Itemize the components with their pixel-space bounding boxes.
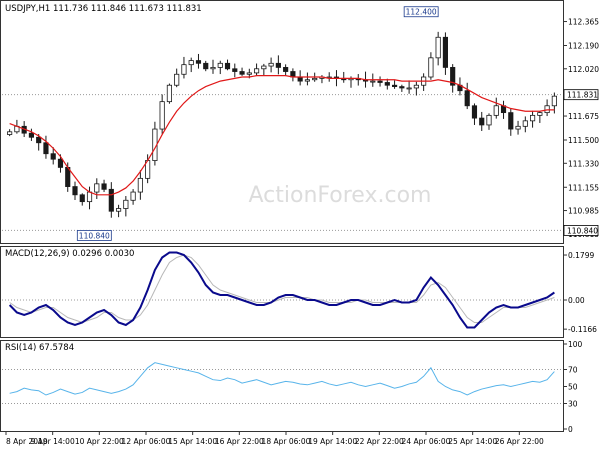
candle-body <box>239 71 245 75</box>
watermark: ActionForex.com <box>249 183 432 208</box>
candle-body <box>377 80 383 83</box>
rsi-tick-label: 70 <box>568 366 578 375</box>
price-tag-label: 111.831 <box>567 91 598 100</box>
candle-body <box>210 67 216 70</box>
candle-body <box>530 114 536 122</box>
macd-tick-label: 0.1799 <box>568 251 594 260</box>
candle-body <box>486 114 492 126</box>
candle-body <box>391 84 398 87</box>
chart-root: ActionForex.com USDJPY,H1 111.736 111.84… <box>0 0 600 450</box>
candle-body <box>268 62 274 67</box>
rsi-tick-label: 100 <box>568 340 583 349</box>
x-tick-label: 19 Apr 14:00 <box>308 437 357 446</box>
candle-body <box>130 191 136 201</box>
candle-body <box>370 80 376 83</box>
price-tick-label: 112.365 <box>568 18 599 27</box>
candle-body <box>7 131 13 135</box>
candle-body <box>493 105 499 116</box>
price-annotation-label: 110.840 <box>79 231 110 240</box>
x-tick-label: 15 Apr 14:00 <box>168 437 217 446</box>
candle-body <box>304 79 310 82</box>
candle-body <box>246 72 252 75</box>
candle-body <box>479 117 485 126</box>
candle-body <box>188 60 194 66</box>
candle-body <box>435 36 441 59</box>
candle-body <box>108 188 114 212</box>
candle-body <box>224 62 231 70</box>
price-tick-label: 112.190 <box>568 42 599 51</box>
rsi-tick-label: 50 <box>568 383 578 392</box>
candle-body <box>86 191 93 203</box>
candle-body <box>551 95 557 107</box>
candle-body <box>522 120 528 127</box>
x-tick-label: 16 Apr 22:00 <box>215 437 264 446</box>
candle-body <box>181 64 187 75</box>
candle-body <box>428 57 434 78</box>
candle-body <box>515 125 521 130</box>
candle-body <box>232 68 238 72</box>
x-tick-label: 25 Apr 14:00 <box>448 437 497 446</box>
rsi-tick-label: 30 <box>568 400 578 409</box>
candle-body <box>537 112 543 116</box>
price-title: USDJPY,H1 111.736 111.846 111.673 111.83… <box>5 4 202 14</box>
price-tick-label: 111.500 <box>568 136 599 145</box>
candle-body <box>94 183 100 193</box>
candle-body <box>471 105 478 119</box>
candle-body <box>36 136 42 144</box>
macd-title: MACD(12,26,9) 0.0296 0.0030 <box>5 249 134 259</box>
candle-body <box>384 82 390 86</box>
candle-body <box>166 84 173 103</box>
candle-body <box>406 87 412 90</box>
x-tick-label: 18 Apr 06:00 <box>262 437 311 446</box>
candle-body <box>297 76 303 82</box>
x-tick-label: 9 Apr 14:00 <box>31 437 75 446</box>
candle-body <box>283 67 289 72</box>
price-tick-label: 112.020 <box>568 65 599 74</box>
price-tick-label: 111.675 <box>568 112 599 121</box>
x-tick-label: 22 Apr 22:00 <box>355 437 404 446</box>
candle-body <box>116 208 122 212</box>
candle-body <box>137 177 143 193</box>
candle-body <box>72 186 78 196</box>
candle-body <box>217 62 223 68</box>
price-tag-label: 110.840 <box>567 226 598 235</box>
candle-body <box>123 199 129 209</box>
rsi-title: RSI(14) 67.5784 <box>5 343 74 353</box>
candle-body <box>261 65 267 70</box>
candle-body <box>464 90 470 107</box>
candle-body <box>28 132 35 138</box>
x-tick-label: 26 Apr 22:00 <box>495 437 544 446</box>
candle-body <box>57 158 64 168</box>
chart-svg: ActionForex.com USDJPY,H1 111.736 111.84… <box>0 0 600 450</box>
candle-body <box>399 86 405 89</box>
candle-body <box>413 84 419 89</box>
candle-body <box>253 68 260 74</box>
candle-body <box>50 153 56 160</box>
rsi-tick-label: 0 <box>568 425 573 434</box>
candle-body <box>275 62 281 68</box>
price-tick-label: 111.155 <box>568 183 599 192</box>
candle-body <box>544 105 550 114</box>
price-annotation-label: 112.400 <box>406 8 437 17</box>
candle-body <box>101 183 107 190</box>
candle-body <box>312 77 318 81</box>
candle-body <box>174 73 180 86</box>
candle-body <box>442 36 448 68</box>
x-tick-label: 12 Apr 06:00 <box>122 437 171 446</box>
candle-body <box>195 60 202 64</box>
candle-body <box>43 142 49 155</box>
x-tick-label: 24 Apr 06:00 <box>402 437 451 446</box>
candle-body <box>159 101 165 130</box>
candle-body <box>79 194 85 203</box>
macd-tick-label: -0.1166 <box>568 325 597 334</box>
x-tick-label: 10 Apr 22:00 <box>75 437 124 446</box>
candle-body <box>508 112 514 130</box>
macd-tick-label: 0.00 <box>568 296 585 305</box>
price-tick-label: 111.330 <box>568 159 599 168</box>
price-tick-label: 110.985 <box>568 207 599 216</box>
candle-body <box>203 62 209 70</box>
